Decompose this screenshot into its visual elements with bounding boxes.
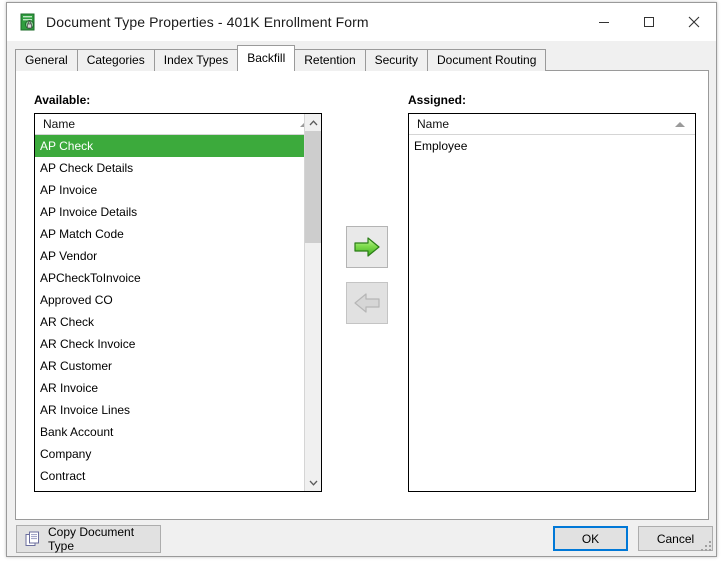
resize-grip-icon[interactable]: [701, 541, 713, 553]
maximize-button[interactable]: [626, 3, 671, 41]
copy-document-type-label: Copy Document Type: [48, 525, 135, 553]
tab-security[interactable]: Security: [364, 49, 428, 71]
tab-document-routing[interactable]: Document Routing: [426, 49, 547, 71]
tab-general[interactable]: General: [15, 49, 78, 71]
close-button[interactable]: [671, 3, 716, 41]
list-item[interactable]: Bank Account: [35, 421, 304, 443]
title-bar[interactable]: Document Type Properties - 401K Enrollme…: [7, 3, 716, 41]
list-item[interactable]: Approved CO: [35, 289, 304, 311]
minimize-icon: [598, 22, 609, 23]
tab-label: Categories: [86, 53, 145, 67]
assigned-label: Assigned:: [408, 93, 467, 107]
column-header-label: Name: [43, 116, 76, 131]
assigned-listbox[interactable]: Name Employee: [408, 113, 696, 492]
tab-backfill[interactable]: Backfill: [237, 45, 296, 71]
scroll-up-button[interactable]: [305, 114, 321, 131]
arrow-right-green-icon: [354, 237, 380, 257]
dialog-footer: Copy Document Type OK Cancel: [7, 520, 716, 556]
list-item[interactable]: AR Check Invoice: [35, 333, 304, 355]
available-list-scrollbar[interactable]: [304, 114, 321, 491]
tab-label: Security: [374, 53, 418, 67]
minimize-button[interactable]: [581, 3, 626, 41]
assigned-list-rows: Employee: [409, 135, 695, 491]
scroll-down-button[interactable]: [305, 474, 321, 491]
tab-retention[interactable]: Retention: [294, 49, 366, 71]
maximize-icon: [643, 17, 654, 27]
list-item[interactable]: AP Vendor: [35, 245, 304, 267]
list-item[interactable]: AR Check: [35, 311, 304, 333]
chevron-up-icon: [309, 119, 317, 125]
available-list-rows: AP Check AP Check Details AP Invoice AP …: [35, 135, 304, 491]
available-label: Available:: [34, 93, 91, 107]
ok-button[interactable]: OK: [553, 526, 628, 551]
column-header-name[interactable]: Name: [409, 114, 695, 135]
cancel-label: Cancel: [656, 531, 695, 546]
arrow-left-grey-icon: [354, 293, 380, 313]
close-icon: [688, 16, 699, 28]
tab-label: Index Types: [163, 53, 229, 67]
assigned-list-header: Name: [409, 114, 695, 135]
window-controls: [581, 3, 716, 41]
list-item[interactable]: AR Invoice Lines: [35, 399, 304, 421]
copy-documents-icon: [25, 531, 41, 547]
list-item[interactable]: Employee: [409, 135, 695, 157]
column-header-label: Name: [417, 116, 450, 131]
copy-document-type-button[interactable]: Copy Document Type: [16, 525, 161, 553]
tab-strip: General Categories Index Types Backfill …: [15, 45, 708, 71]
tab-index-types[interactable]: Index Types: [153, 49, 239, 71]
ok-label: OK: [581, 531, 600, 546]
list-item[interactable]: AP Check Details: [35, 157, 304, 179]
tab-label: Backfill: [247, 51, 286, 65]
tab-label: General: [25, 53, 68, 67]
tab-categories[interactable]: Categories: [76, 49, 155, 71]
unassign-button[interactable]: [346, 282, 388, 324]
column-header-name[interactable]: Name: [35, 114, 321, 135]
document-lock-green-icon: [19, 13, 37, 31]
available-list-header: Name: [35, 114, 321, 135]
tab-label: Retention: [304, 53, 356, 67]
list-item[interactable]: AR Invoice: [35, 377, 304, 399]
list-item[interactable]: AP Check: [35, 135, 304, 157]
list-item[interactable]: AP Invoice: [35, 179, 304, 201]
assign-button[interactable]: [346, 226, 388, 268]
chevron-down-icon: [309, 480, 317, 486]
list-item[interactable]: AP Invoice Details: [35, 201, 304, 223]
list-item[interactable]: AR Customer: [35, 355, 304, 377]
backfill-tab-panel: Available: Name AP Check AP Check Detail…: [15, 70, 709, 520]
available-listbox[interactable]: Name AP Check AP Check Details AP Invoic…: [34, 113, 322, 492]
sort-ascending-icon: [675, 121, 685, 127]
list-item[interactable]: APCheckToInvoice: [35, 267, 304, 289]
scrollbar-thumb[interactable]: [305, 131, 321, 243]
list-item[interactable]: Contract: [35, 465, 304, 487]
list-item[interactable]: Company: [35, 443, 304, 465]
list-item[interactable]: AP Match Code: [35, 223, 304, 245]
window-title: Document Type Properties - 401K Enrollme…: [46, 14, 369, 30]
document-type-properties-dialog: Document Type Properties - 401K Enrollme…: [6, 2, 717, 557]
tab-label: Document Routing: [436, 53, 537, 67]
